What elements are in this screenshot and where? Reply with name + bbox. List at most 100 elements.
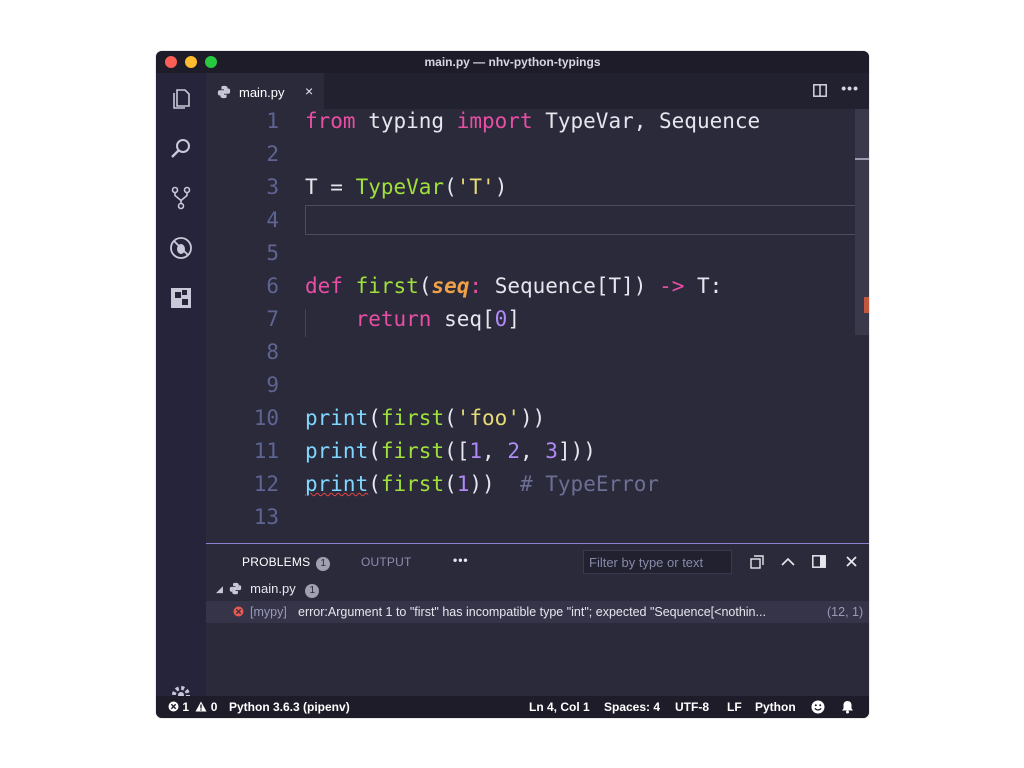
parameter: seq [431,274,470,298]
code-line: 6 def first(seq: Sequence[T]) -> T: [206,274,869,307]
code-line: 4 [206,208,869,241]
collapse-all-icon[interactable] [750,555,764,569]
problem-source: [mypy] [250,605,287,619]
activity-bar: 1 [156,73,206,715]
keyword: -> [659,274,685,298]
split-editor-icon[interactable] [813,84,827,97]
line-number: 9 [266,373,279,397]
code-line: 13 [206,505,869,538]
token: ])) [557,439,596,463]
files-icon[interactable] [169,87,193,111]
code-line: 1 from typing import TypeVar, Sequence [206,109,869,142]
token: ( [368,472,381,496]
string-literal: 'foo' [456,406,520,430]
keyword: from [305,109,356,133]
number-literal: 2 [507,439,520,463]
error-icon [233,606,244,617]
token: TypeVar, Sequence [532,109,761,133]
editor-window: main.py — nhv-python-typings main.py × •… [156,51,869,718]
toggle-panel-icon[interactable] [812,555,826,568]
number-literal: 1 [456,472,470,496]
python-interpreter[interactable]: Python 3.6.3 (pipenv) [229,700,350,714]
token: )) [519,406,546,430]
status-bar: 1 0 Python 3.6.3 (pipenv) Ln 4, Col 1 Sp… [156,696,869,718]
panel-tab-problems[interactable]: PROBLEMS 1 [242,555,331,571]
file-problem-count-badge: 1 [305,584,320,598]
problems-filter-input[interactable] [583,550,732,574]
code-line: 10 print(first('foo')) [206,406,869,439]
token: : [469,274,483,298]
token: ([ [444,439,470,463]
cursor-position[interactable]: Ln 4, Col 1 [529,700,590,714]
extensions-icon[interactable] [169,286,193,310]
number-literal: 0 [494,307,508,331]
token: , [482,439,508,463]
builtin: print [305,439,369,463]
keyword: def [305,274,343,298]
chevron-up-icon[interactable] [781,556,795,568]
code-line: 12 print(first(1)) # TypeError [206,472,869,505]
keyword: import [456,109,533,133]
comment: # TypeError [519,472,660,496]
indentation[interactable]: Spaces: 4 [604,700,660,714]
function-name: first [355,274,419,298]
line-number: 12 [253,472,279,496]
feedback-smiley-icon[interactable] [811,700,825,714]
problems-file-name: main.py [250,581,296,596]
token: )) [469,472,520,496]
keyword: return [355,307,432,331]
line-number: 1 [266,109,279,133]
tab-bar: main.py × ••• [206,73,869,110]
problems-count-badge: 1 [316,557,331,571]
token: T: [684,274,723,298]
python-file-icon [229,582,241,595]
panel-more-icon[interactable]: ••• [453,553,469,567]
problems-status[interactable]: 1 0 [168,700,217,714]
tab-main-py[interactable]: main.py × [206,73,324,110]
warning-count-icon [195,701,207,712]
close-panel-icon[interactable] [846,556,857,567]
notifications-bell-icon[interactable] [841,700,854,714]
line-ending[interactable]: LF [727,700,742,714]
window-title: main.py — nhv-python-typings [424,55,601,69]
problem-item[interactable]: [mypy] error:Argument 1 to "first" has i… [206,601,869,623]
token: ( [444,175,457,199]
line-number: 4 [266,208,279,232]
bottom-panel: PROBLEMS 1 OUTPUT ••• ◢ main.py 1 [206,543,869,697]
panel-tab-output[interactable]: OUTPUT [361,555,412,569]
search-icon[interactable] [169,136,193,160]
token: seq[ [431,307,495,331]
more-actions-icon[interactable]: ••• [841,80,859,96]
line-number: 3 [266,175,279,199]
debug-icon[interactable] [169,236,193,260]
error-count: 1 [182,700,190,714]
builtin-error-squiggle[interactable]: print [305,472,368,496]
token: ] [507,307,520,331]
code-line: 3 T = TypeVar('T') [206,175,869,208]
string-literal: 'T' [456,175,495,199]
token: ( [418,274,432,298]
line-number: 13 [253,505,279,529]
token: T = [305,175,356,199]
tab-close-icon[interactable]: × [305,83,313,99]
token: Sequence[T]) [482,274,660,298]
code-line: 8 [206,340,869,373]
expand-arrow-icon: ◢ [216,584,223,594]
token: ( [368,406,381,430]
line-number: 11 [253,439,279,463]
title-bar: main.py — nhv-python-typings [156,51,869,73]
language-mode[interactable]: Python [755,700,796,714]
line-number: 10 [253,406,279,430]
encoding[interactable]: UTF-8 [675,700,709,714]
function-name: TypeVar [355,175,445,199]
code-line: 9 [206,373,869,406]
problems-file-row[interactable]: ◢ main.py 1 [216,581,320,598]
number-literal: 1 [469,439,483,463]
code-editor[interactable]: 1 from typing import TypeVar, Sequence 2… [206,109,869,543]
source-control-icon[interactable] [169,186,193,210]
line-number: 5 [266,241,279,265]
panel-tab-label: PROBLEMS [242,555,311,569]
problem-location: (12, 1) [827,605,864,619]
